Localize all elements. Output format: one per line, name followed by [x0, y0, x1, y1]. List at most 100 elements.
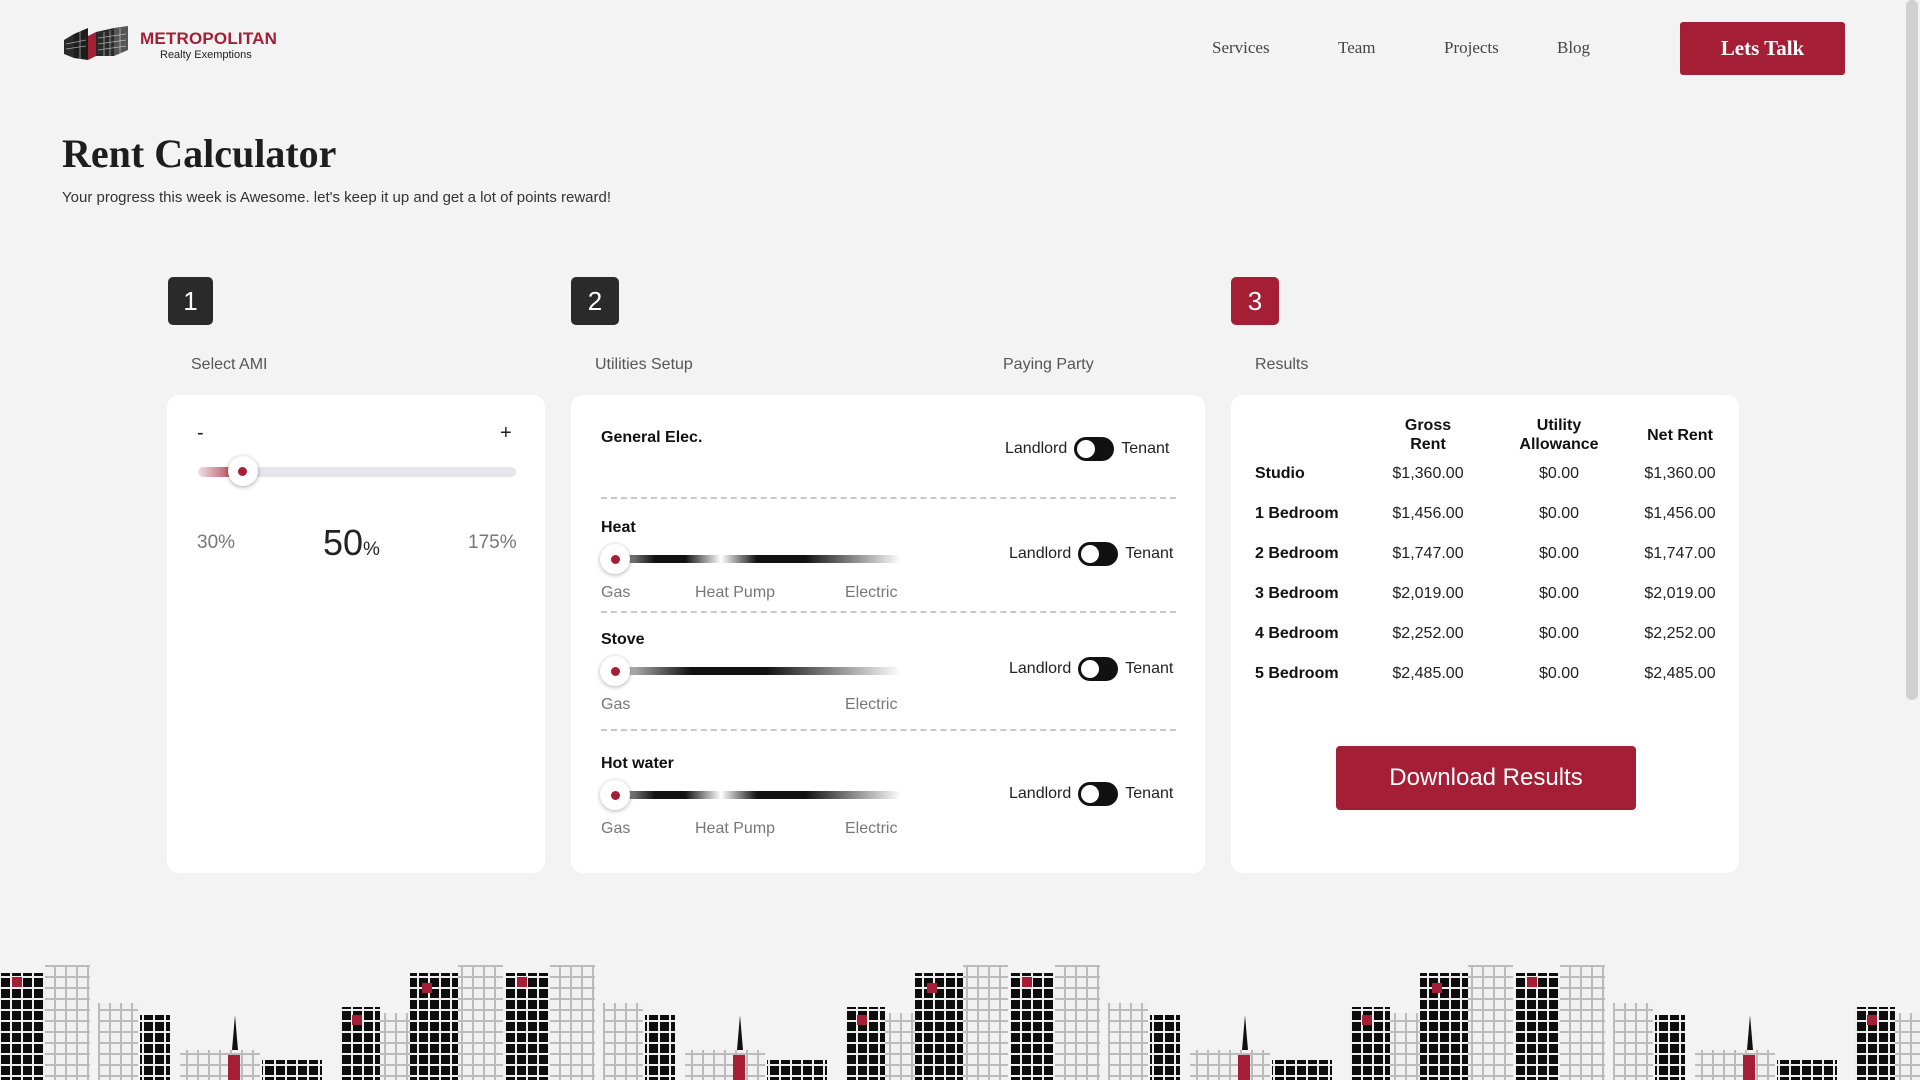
- ami-decrease-button[interactable]: -: [197, 422, 204, 445]
- logo-name: METROPOLITAN: [140, 28, 278, 48]
- general-elec-label: General Elec.: [601, 429, 703, 446]
- hot-water-option-gas[interactable]: Gas: [601, 820, 630, 838]
- thumb-dot-icon: [610, 790, 620, 800]
- gross-rent-cell: $2,019.00: [1392, 585, 1464, 602]
- unit-type-cell: 2 Bedroom: [1255, 545, 1339, 562]
- net-rent-cell: $2,019.00: [1644, 585, 1716, 602]
- nav-services[interactable]: Services: [1212, 38, 1338, 58]
- heat-option-gas[interactable]: Gas: [601, 584, 630, 602]
- results-header-row: Gross Rent Utility Allowance Net Rent: [1255, 416, 1730, 454]
- unit-type-cell: 4 Bedroom: [1255, 625, 1339, 642]
- heat-slider-thumb[interactable]: [600, 544, 630, 574]
- net-rent-cell: $1,360.00: [1644, 465, 1716, 482]
- general-elec-paying-toggle: Landlord Tenant: [1005, 437, 1169, 461]
- gross-rent-cell: $1,456.00: [1392, 505, 1464, 522]
- stove-switch[interactable]: [1078, 657, 1119, 681]
- landlord-label: Landlord: [1009, 660, 1072, 677]
- tenant-label: Tenant: [1121, 440, 1170, 457]
- hot-water-label: Hot water: [601, 755, 674, 772]
- divider: [601, 497, 1176, 499]
- unit-type-cell: 5 Bedroom: [1255, 665, 1339, 682]
- gross-rent-cell: $2,252.00: [1392, 625, 1464, 642]
- nav-projects[interactable]: Projects: [1444, 38, 1557, 58]
- gross-rent-header-text: Gross Rent: [1404, 417, 1452, 453]
- table-row: 2 Bedroom $1,747.00 $0.00 $1,747.00: [1255, 534, 1730, 574]
- main-nav: Services Team Projects Blog: [1212, 38, 1590, 58]
- logo[interactable]: METROPOLITAN Realty Exemptions: [62, 26, 277, 64]
- page-title: Rent Calculator: [62, 131, 337, 176]
- net-rent-header: Net Rent: [1647, 426, 1713, 444]
- heat-option-heat-pump[interactable]: Heat Pump: [695, 584, 775, 602]
- table-row: Studio $1,360.00 $0.00 $1,360.00: [1255, 454, 1730, 494]
- hot-water-option-electric[interactable]: Electric: [845, 820, 897, 838]
- paying-party-label: Paying Party: [1003, 356, 1094, 373]
- logo-buildings-icon: [64, 26, 128, 60]
- step-1-badge: 1: [168, 277, 213, 325]
- gross-rent-cell: $1,747.00: [1392, 545, 1464, 562]
- results-table: Gross Rent Utility Allowance Net Rent St…: [1255, 416, 1730, 694]
- thumb-dot-icon: [610, 554, 620, 564]
- tenant-label: Tenant: [1125, 545, 1174, 562]
- unit-type-header: [1255, 416, 1368, 454]
- general-elec-switch[interactable]: [1074, 437, 1115, 461]
- gross-rent-header: Gross Rent: [1368, 416, 1488, 454]
- stove-option-electric[interactable]: Electric: [845, 696, 897, 714]
- stove-option-slider[interactable]: [601, 667, 901, 675]
- allowance-cell: $0.00: [1538, 625, 1580, 642]
- table-row: 5 Bedroom $2,485.00 $0.00 $2,485.00: [1255, 654, 1730, 694]
- nav-team[interactable]: Team: [1338, 38, 1444, 58]
- page-scrollbar[interactable]: [1906, 0, 1918, 700]
- allowance-cell: $0.00: [1538, 505, 1580, 522]
- gross-rent-cell: $1,360.00: [1392, 465, 1464, 482]
- divider: [601, 729, 1176, 731]
- utility-allowance-header: Utility Allowance: [1488, 416, 1630, 454]
- unit-type-cell: Studio: [1255, 465, 1305, 482]
- hot-water-option-heat-pump[interactable]: Heat Pump: [695, 820, 775, 838]
- ami-value: 50%: [323, 522, 380, 564]
- hot-water-paying-toggle: Landlord Tenant: [1009, 782, 1173, 806]
- lets-talk-button[interactable]: Lets Talk: [1680, 22, 1845, 75]
- heat-paying-toggle: Landlord Tenant: [1009, 542, 1173, 566]
- allowance-cell: $0.00: [1538, 465, 1580, 482]
- select-ami-label: Select AMI: [191, 356, 268, 373]
- allowance-cell: $0.00: [1538, 585, 1580, 602]
- table-row: 1 Bedroom $1,456.00 $0.00 $1,456.00: [1255, 494, 1730, 534]
- ami-min-label: 30%: [197, 532, 236, 553]
- tenant-label: Tenant: [1125, 785, 1174, 802]
- heat-option-slider[interactable]: [601, 555, 901, 563]
- net-rent-cell: $1,747.00: [1644, 545, 1716, 562]
- landlord-label: Landlord: [1005, 440, 1068, 457]
- table-row: 4 Bedroom $2,252.00 $0.00 $2,252.00: [1255, 614, 1730, 654]
- hot-water-option-slider[interactable]: [601, 791, 901, 799]
- thumb-dot-icon: [610, 666, 620, 676]
- skyline-illustration: [0, 965, 1920, 1080]
- heat-option-electric[interactable]: Electric: [845, 584, 897, 602]
- utility-allowance-header-text: Utility Allowance: [1519, 417, 1599, 453]
- heat-switch[interactable]: [1078, 542, 1119, 566]
- tenant-label: Tenant: [1125, 660, 1174, 677]
- stove-option-gas[interactable]: Gas: [601, 696, 630, 714]
- stove-slider-thumb[interactable]: [600, 656, 630, 686]
- step-3-badge: 3: [1231, 277, 1279, 325]
- table-row: 3 Bedroom $2,019.00 $0.00 $2,019.00: [1255, 574, 1730, 614]
- thumb-dot-icon: [238, 466, 248, 476]
- hot-water-slider-thumb[interactable]: [600, 780, 630, 810]
- ami-increase-button[interactable]: +: [500, 422, 512, 445]
- stove-paying-toggle: Landlord Tenant: [1009, 657, 1173, 681]
- landlord-label: Landlord: [1009, 785, 1072, 802]
- nav-blog[interactable]: Blog: [1557, 38, 1590, 58]
- gross-rent-cell: $2,485.00: [1392, 665, 1464, 682]
- stove-label: Stove: [601, 631, 645, 648]
- net-rent-cell: $1,456.00: [1644, 505, 1716, 522]
- download-results-button[interactable]: Download Results: [1336, 746, 1636, 810]
- heat-label: Heat: [601, 519, 636, 536]
- landlord-label: Landlord: [1009, 545, 1072, 562]
- results-label: Results: [1255, 356, 1309, 373]
- ami-max-label: 175%: [468, 532, 517, 553]
- logo-tagline: Realty Exemptions: [160, 48, 252, 61]
- ami-slider-thumb[interactable]: [227, 456, 258, 486]
- page-subtitle: Your progress this week is Awesome. let'…: [62, 189, 612, 206]
- ami-value-unit: %: [363, 539, 380, 560]
- ami-value-number: 50: [323, 522, 364, 563]
- hot-water-switch[interactable]: [1078, 782, 1119, 806]
